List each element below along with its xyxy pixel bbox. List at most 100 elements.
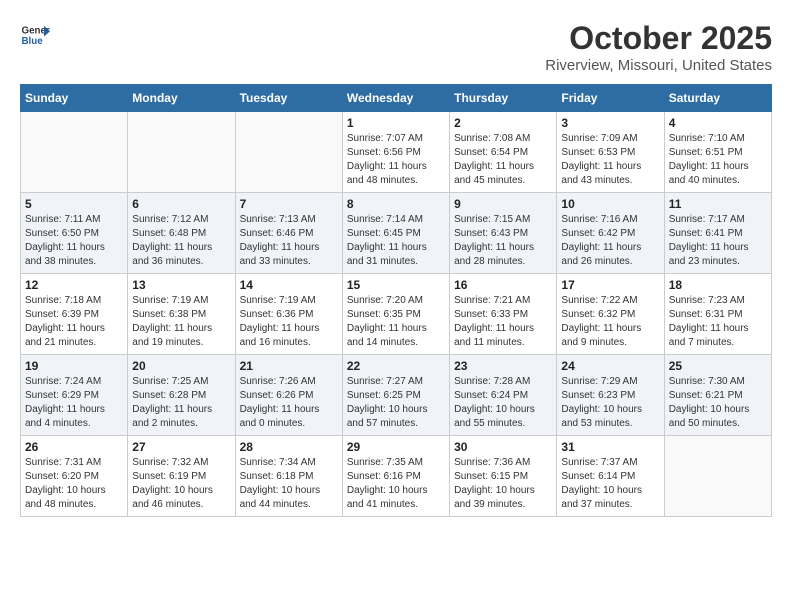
- day-number: 15: [347, 278, 445, 292]
- day-info: Sunrise: 7:16 AM Sunset: 6:42 PM Dayligh…: [561, 213, 659, 269]
- svg-text:Blue: Blue: [22, 36, 44, 47]
- calendar-cell: [235, 112, 342, 193]
- day-number: 26: [25, 440, 123, 454]
- logo: General Blue: [20, 20, 50, 50]
- calendar-cell: [128, 112, 235, 193]
- day-info: Sunrise: 7:30 AM Sunset: 6:21 PM Dayligh…: [669, 375, 767, 431]
- calendar-cell: 28 Sunrise: 7:34 AM Sunset: 6:18 PM Dayli…: [235, 436, 342, 517]
- calendar-cell: 10 Sunrise: 7:16 AM Sunset: 6:42 PM Dayli…: [557, 193, 664, 274]
- day-header-wednesday: Wednesday: [342, 85, 449, 112]
- day-number: 6: [132, 197, 230, 211]
- day-info: Sunrise: 7:37 AM Sunset: 6:14 PM Dayligh…: [561, 456, 659, 512]
- calendar-cell: 12 Sunrise: 7:18 AM Sunset: 6:39 PM Dayli…: [21, 274, 128, 355]
- calendar-cell: 24 Sunrise: 7:29 AM Sunset: 6:23 PM Dayli…: [557, 355, 664, 436]
- page-header: General Blue October 2025 Riverview, Mis…: [20, 20, 772, 74]
- day-number: 9: [454, 197, 552, 211]
- calendar-cell: 22 Sunrise: 7:27 AM Sunset: 6:25 PM Dayli…: [342, 355, 449, 436]
- day-info: Sunrise: 7:26 AM Sunset: 6:26 PM Dayligh…: [240, 375, 338, 431]
- day-header-tuesday: Tuesday: [235, 85, 342, 112]
- day-info: Sunrise: 7:13 AM Sunset: 6:46 PM Dayligh…: [240, 213, 338, 269]
- day-info: Sunrise: 7:12 AM Sunset: 6:48 PM Dayligh…: [132, 213, 230, 269]
- day-info: Sunrise: 7:18 AM Sunset: 6:39 PM Dayligh…: [25, 294, 123, 350]
- calendar-cell: 8 Sunrise: 7:14 AM Sunset: 6:45 PM Daylig…: [342, 193, 449, 274]
- day-number: 10: [561, 197, 659, 211]
- day-info: Sunrise: 7:29 AM Sunset: 6:23 PM Dayligh…: [561, 375, 659, 431]
- calendar-cell: 19 Sunrise: 7:24 AM Sunset: 6:29 PM Dayli…: [21, 355, 128, 436]
- day-number: 17: [561, 278, 659, 292]
- day-header-friday: Friday: [557, 85, 664, 112]
- calendar-cell: 3Sunrise: 7:09 AM Sunset: 6:53 PM Daylig…: [557, 112, 664, 193]
- day-header-saturday: Saturday: [664, 85, 771, 112]
- calendar-cell: 17 Sunrise: 7:22 AM Sunset: 6:32 PM Dayli…: [557, 274, 664, 355]
- day-info: Sunrise: 7:11 AM Sunset: 6:50 PM Dayligh…: [25, 213, 123, 269]
- day-info: Sunrise: 7:24 AM Sunset: 6:29 PM Dayligh…: [25, 375, 123, 431]
- calendar-cell: 7 Sunrise: 7:13 AM Sunset: 6:46 PM Daylig…: [235, 193, 342, 274]
- day-number: 22: [347, 359, 445, 373]
- calendar-cell: 21 Sunrise: 7:26 AM Sunset: 6:26 PM Dayli…: [235, 355, 342, 436]
- calendar-cell: 25 Sunrise: 7:30 AM Sunset: 6:21 PM Dayli…: [664, 355, 771, 436]
- day-info: Sunrise: 7:21 AM Sunset: 6:33 PM Dayligh…: [454, 294, 552, 350]
- calendar-cell: 2Sunrise: 7:08 AM Sunset: 6:54 PM Daylig…: [450, 112, 557, 193]
- day-info: Sunrise: 7:15 AM Sunset: 6:43 PM Dayligh…: [454, 213, 552, 269]
- day-info: Sunrise: 7:19 AM Sunset: 6:38 PM Dayligh…: [132, 294, 230, 350]
- day-number: 5: [25, 197, 123, 211]
- calendar-table: SundayMondayTuesdayWednesdayThursdayFrid…: [20, 84, 772, 517]
- day-info: Sunrise: 7:20 AM Sunset: 6:35 PM Dayligh…: [347, 294, 445, 350]
- day-info: Sunrise: 7:32 AM Sunset: 6:19 PM Dayligh…: [132, 456, 230, 512]
- day-number: 13: [132, 278, 230, 292]
- day-number: 4: [669, 116, 767, 130]
- day-info: Sunrise: 7:31 AM Sunset: 6:20 PM Dayligh…: [25, 456, 123, 512]
- day-number: 29: [347, 440, 445, 454]
- day-header-sunday: Sunday: [21, 85, 128, 112]
- day-number: 20: [132, 359, 230, 373]
- calendar-cell: 15 Sunrise: 7:20 AM Sunset: 6:35 PM Dayli…: [342, 274, 449, 355]
- month-title: October 2025: [545, 20, 772, 57]
- day-info: Sunrise: 7:19 AM Sunset: 6:36 PM Dayligh…: [240, 294, 338, 350]
- calendar-cell: 5 Sunrise: 7:11 AM Sunset: 6:50 PM Daylig…: [21, 193, 128, 274]
- calendar-cell: 26 Sunrise: 7:31 AM Sunset: 6:20 PM Dayli…: [21, 436, 128, 517]
- day-number: 27: [132, 440, 230, 454]
- day-info: Sunrise: 7:10 AM Sunset: 6:51 PM Dayligh…: [669, 132, 767, 188]
- day-info: Sunrise: 7:27 AM Sunset: 6:25 PM Dayligh…: [347, 375, 445, 431]
- day-header-monday: Monday: [128, 85, 235, 112]
- calendar-cell: 27 Sunrise: 7:32 AM Sunset: 6:19 PM Dayli…: [128, 436, 235, 517]
- location: Riverview, Missouri, United States: [545, 57, 772, 74]
- day-info: Sunrise: 7:07 AM Sunset: 6:56 PM Dayligh…: [347, 132, 445, 188]
- calendar-cell: 4 Sunrise: 7:10 AM Sunset: 6:51 PM Daylig…: [664, 112, 771, 193]
- day-number: 24: [561, 359, 659, 373]
- calendar-cell: 20 Sunrise: 7:25 AM Sunset: 6:28 PM Dayli…: [128, 355, 235, 436]
- day-number: 23: [454, 359, 552, 373]
- calendar-cell: 29 Sunrise: 7:35 AM Sunset: 6:16 PM Dayli…: [342, 436, 449, 517]
- day-number: 28: [240, 440, 338, 454]
- day-number: 3: [561, 116, 659, 130]
- day-number: 25: [669, 359, 767, 373]
- day-number: 21: [240, 359, 338, 373]
- day-info: Sunrise: 7:25 AM Sunset: 6:28 PM Dayligh…: [132, 375, 230, 431]
- calendar-cell: 14Sunrise: 7:19 AM Sunset: 6:36 PM Dayli…: [235, 274, 342, 355]
- day-number: 16: [454, 278, 552, 292]
- calendar-cell: 16 Sunrise: 7:21 AM Sunset: 6:33 PM Dayli…: [450, 274, 557, 355]
- day-info: Sunrise: 7:34 AM Sunset: 6:18 PM Dayligh…: [240, 456, 338, 512]
- day-info: Sunrise: 7:17 AM Sunset: 6:41 PM Dayligh…: [669, 213, 767, 269]
- day-number: 31: [561, 440, 659, 454]
- day-number: 7: [240, 197, 338, 211]
- day-number: 30: [454, 440, 552, 454]
- calendar-cell: 18Sunrise: 7:23 AM Sunset: 6:31 PM Dayli…: [664, 274, 771, 355]
- day-number: 1: [347, 116, 445, 130]
- calendar-cell: [664, 436, 771, 517]
- day-info: Sunrise: 7:14 AM Sunset: 6:45 PM Dayligh…: [347, 213, 445, 269]
- calendar-cell: 31 Sunrise: 7:37 AM Sunset: 6:14 PM Dayli…: [557, 436, 664, 517]
- calendar-cell: 13 Sunrise: 7:19 AM Sunset: 6:38 PM Dayli…: [128, 274, 235, 355]
- calendar-cell: [21, 112, 128, 193]
- day-header-thursday: Thursday: [450, 85, 557, 112]
- day-number: 2: [454, 116, 552, 130]
- day-info: Sunrise: 7:23 AM Sunset: 6:31 PM Dayligh…: [669, 294, 767, 350]
- day-number: 8: [347, 197, 445, 211]
- day-info: Sunrise: 7:35 AM Sunset: 6:16 PM Dayligh…: [347, 456, 445, 512]
- calendar-cell: 30Sunrise: 7:36 AM Sunset: 6:15 PM Dayli…: [450, 436, 557, 517]
- day-info: Sunrise: 7:28 AM Sunset: 6:24 PM Dayligh…: [454, 375, 552, 431]
- day-info: Sunrise: 7:22 AM Sunset: 6:32 PM Dayligh…: [561, 294, 659, 350]
- day-number: 12: [25, 278, 123, 292]
- calendar-cell: 1 Sunrise: 7:07 AM Sunset: 6:56 PM Daylig…: [342, 112, 449, 193]
- day-number: 19: [25, 359, 123, 373]
